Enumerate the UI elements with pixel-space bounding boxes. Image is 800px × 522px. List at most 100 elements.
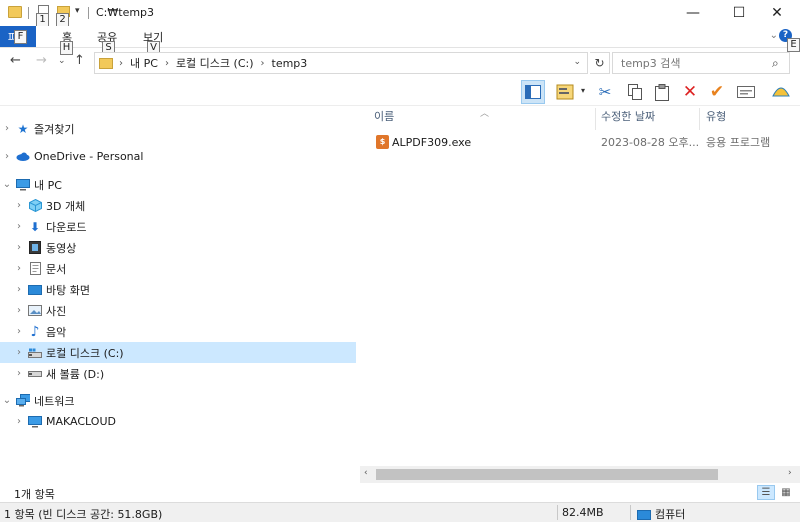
nav-item-local-disk-c[interactable]: › 로컬 디스크 (C:) <box>0 342 356 363</box>
chevron-right-icon[interactable]: › <box>12 305 26 316</box>
nav-item-label: OneDrive - Personal <box>34 150 144 163</box>
nav-item-label: 3D 개체 <box>46 199 86 213</box>
picture-icon <box>28 304 42 317</box>
nav-item-makacloud[interactable]: › MAKACLOUD <box>0 411 356 432</box>
nav-item-this-pc[interactable]: ⌄ 내 PC <box>0 174 356 195</box>
nav-item-music[interactable]: › ♪ 음악 <box>0 321 356 342</box>
nav-item-label: 내 PC <box>34 178 62 192</box>
download-icon: ⬇ <box>29 219 41 234</box>
breadcrumb-this-pc[interactable]: 내 PC <box>130 55 158 71</box>
nav-item-3d-objects[interactable]: › 3D 개체 <box>0 195 356 216</box>
nav-item-network[interactable]: ⌄ 네트워크 <box>0 390 356 411</box>
cube-icon <box>28 199 42 212</box>
refresh-button[interactable]: ↻ <box>590 52 610 74</box>
search-icon[interactable]: ⌕ <box>772 56 779 71</box>
chevron-right-icon[interactable]: › <box>12 347 26 358</box>
breadcrumb-local-disk[interactable]: 로컬 디스크 (C:) <box>176 55 254 71</box>
chevron-right-icon[interactable]: › <box>261 58 265 69</box>
properties-button[interactable] <box>734 80 758 104</box>
nav-item-label: MAKACLOUD <box>46 415 116 428</box>
chevron-right-icon[interactable]: › <box>165 58 169 69</box>
nav-item-pictures[interactable]: › 사진 <box>0 300 356 321</box>
preview-pane-button[interactable] <box>521 80 545 104</box>
nav-item-label: 사진 <box>46 304 67 318</box>
nav-item-onedrive[interactable]: › OneDrive - Personal <box>0 146 356 167</box>
file-name: ALPDF309.exe <box>392 135 472 149</box>
nav-item-label: 새 볼륨 (D:) <box>46 367 105 381</box>
cloud-icon <box>16 150 30 163</box>
chevron-down-icon[interactable]: ⌄ <box>0 179 14 190</box>
scroll-right-icon[interactable]: › <box>788 468 792 478</box>
chevron-down-icon[interactable]: ⌄ <box>573 57 581 67</box>
location-label: 컴퓨터 <box>655 508 686 521</box>
large-icons-view-button[interactable]: ▦ <box>777 485 795 500</box>
scroll-left-icon[interactable]: ‹ <box>364 468 368 478</box>
rename-button[interactable]: ✔ <box>705 80 729 104</box>
large-icons-view-icon: ▦ <box>781 487 791 498</box>
nav-item-videos[interactable]: › 동영상 <box>0 237 356 258</box>
nav-item-favorites[interactable]: › ★ 즐겨찾기 <box>0 118 356 139</box>
details-view-icon: ☰ <box>761 487 771 498</box>
drive-icon <box>28 367 42 380</box>
selection-size: 82.4MB <box>562 506 604 519</box>
scissors-icon: ✂ <box>598 83 612 101</box>
minimize-button[interactable]: — <box>670 0 716 26</box>
chevron-right-icon[interactable]: › <box>12 242 26 253</box>
nav-item-new-volume-d[interactable]: › 새 볼륨 (D:) <box>0 363 356 384</box>
quick-access-dropdown-icon[interactable]: ▾ <box>75 6 80 16</box>
shell-button[interactable] <box>769 80 793 104</box>
nav-item-documents[interactable]: › 문서 <box>0 258 356 279</box>
copy-button[interactable] <box>623 80 647 104</box>
chevron-down-icon[interactable]: ⌄ <box>0 395 14 406</box>
nav-item-label: 문서 <box>46 262 67 276</box>
details-view-button[interactable]: ☰ <box>757 485 775 500</box>
column-header-date[interactable]: 수정한 날짜 <box>601 109 655 131</box>
scrollbar-thumb[interactable] <box>376 469 718 480</box>
divider <box>88 7 89 19</box>
nav-item-desktop[interactable]: › 바탕 화면 <box>0 279 356 300</box>
music-icon: ♪ <box>30 323 40 340</box>
column-header-name[interactable]: 이름 <box>374 109 394 131</box>
chevron-right-icon[interactable]: › <box>12 200 26 211</box>
chevron-right-icon[interactable]: › <box>119 58 123 69</box>
column-header-type[interactable]: 유형 <box>706 109 726 131</box>
paste-icon <box>655 83 669 101</box>
folder-icon <box>8 6 22 18</box>
chevron-down-icon[interactable]: ▾ <box>581 86 585 95</box>
address-bar[interactable]: › 내 PC › 로컬 디스크 (C:) › temp3 ⌄ <box>94 52 588 74</box>
chevron-right-icon[interactable]: › <box>0 123 14 134</box>
computer-icon <box>28 415 42 428</box>
column-divider[interactable] <box>595 108 596 130</box>
column-divider[interactable] <box>699 108 700 130</box>
chevron-right-icon[interactable]: › <box>12 368 26 379</box>
layout-dropdown-button[interactable] <box>553 80 577 104</box>
chevron-right-icon[interactable]: › <box>12 416 26 427</box>
forward-arrow-icon[interactable]: → <box>36 53 47 68</box>
file-row[interactable]: $ ALPDF309.exe 2023-08-28 오후... 응용 프로그램 <box>368 132 798 152</box>
paste-button[interactable] <box>650 80 674 104</box>
item-count: 1개 항목 <box>14 488 55 501</box>
chevron-right-icon[interactable]: › <box>12 263 26 274</box>
cut-button[interactable]: ✂ <box>593 80 617 104</box>
search-input[interactable] <box>612 52 790 74</box>
preview-pane-icon <box>525 85 541 99</box>
back-arrow-icon[interactable]: ← <box>10 53 21 68</box>
chevron-right-icon[interactable]: › <box>12 284 26 295</box>
keytip-badge: F <box>14 30 27 44</box>
close-button[interactable]: ✕ <box>754 0 800 26</box>
recent-locations-icon[interactable]: ⌄ <box>58 56 66 66</box>
nav-item-downloads[interactable]: › ⬇ 다운로드 <box>0 216 356 237</box>
chevron-right-icon[interactable]: › <box>12 326 26 337</box>
breadcrumb-temp3[interactable]: temp3 <box>272 57 308 70</box>
desktop-icon <box>28 283 42 296</box>
window-title: C:₩temp3 <box>96 6 155 19</box>
chevron-right-icon[interactable]: › <box>0 151 14 162</box>
star-icon: ★ <box>17 121 29 136</box>
chevron-right-icon[interactable]: › <box>12 221 26 232</box>
up-arrow-icon[interactable]: ↑ <box>74 53 85 68</box>
expand-ribbon-icon[interactable]: ⌄ <box>770 30 778 41</box>
delete-button[interactable]: ✕ <box>678 80 702 104</box>
shell-icon <box>772 87 790 97</box>
navigation-pane: › ★ 즐겨찾기 › OneDrive - Personal ⌄ 내 PC › … <box>0 108 358 483</box>
horizontal-scrollbar[interactable]: ‹ › <box>360 466 800 483</box>
